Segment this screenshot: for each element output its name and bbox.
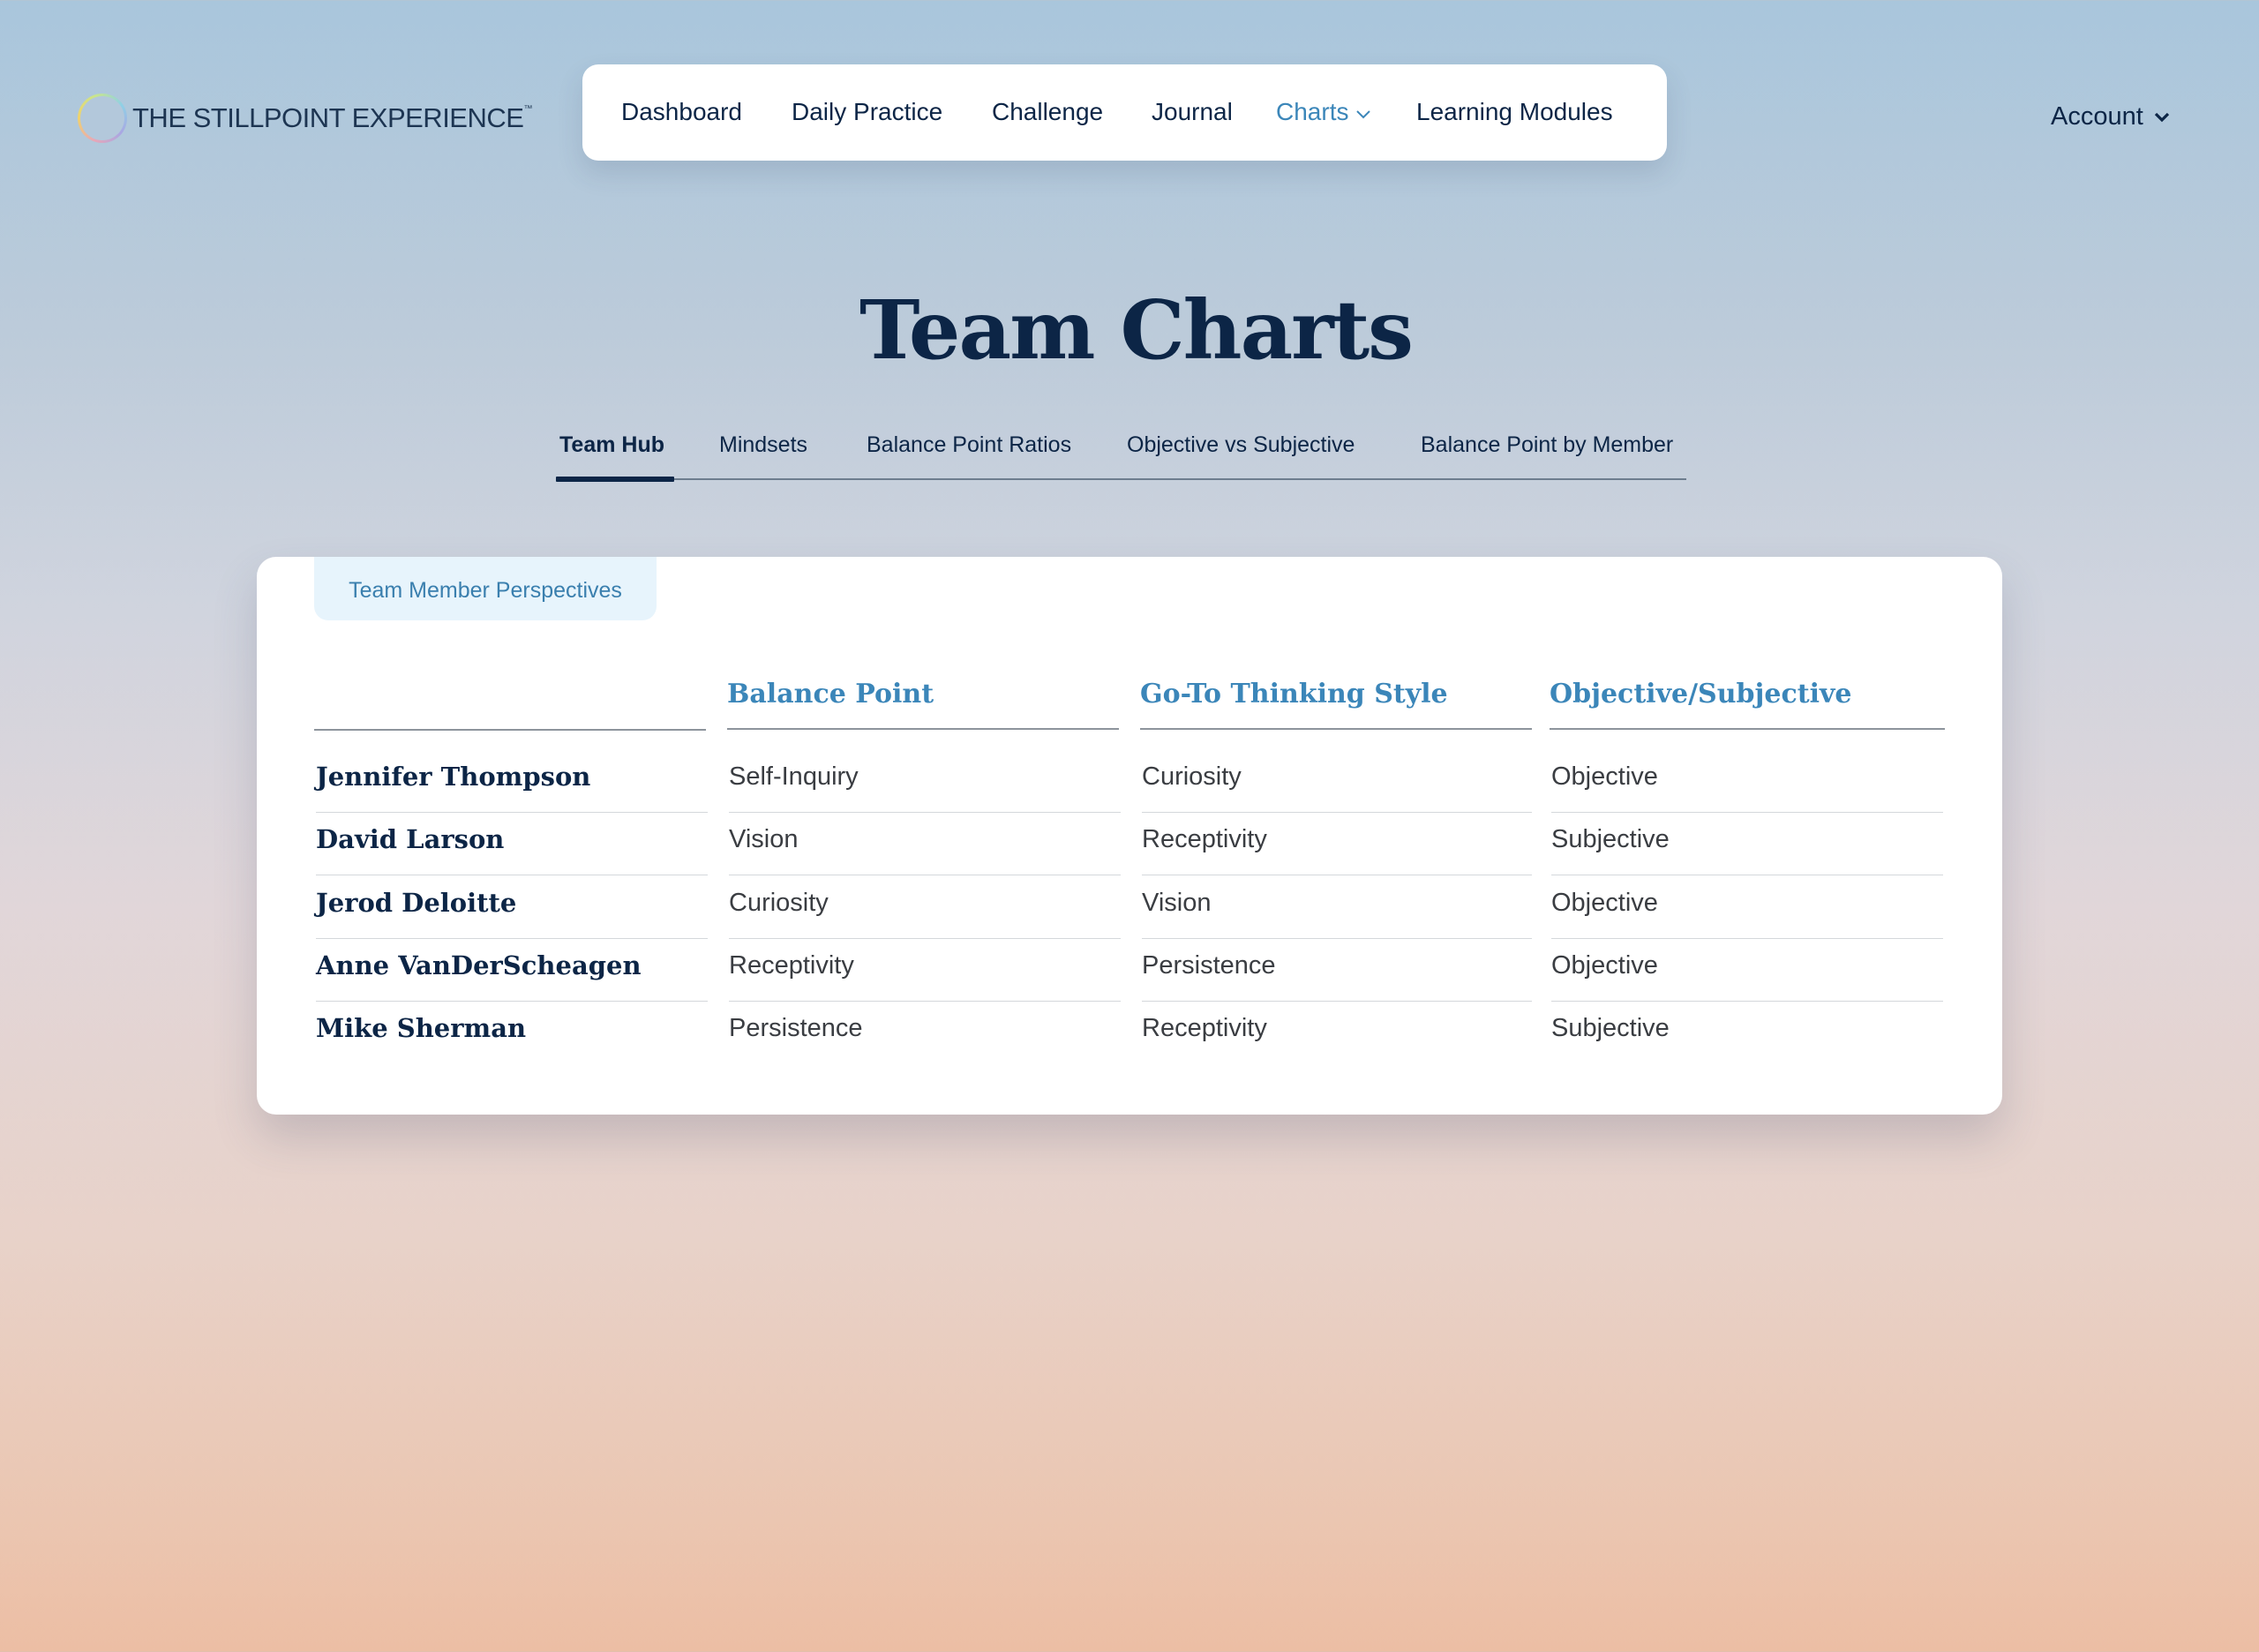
tab-balance-point-by-member[interactable]: Balance Point by Member xyxy=(1421,415,1673,478)
thinking-style-cell: Vision xyxy=(1142,875,1532,939)
member-name-cell: Mike Sherman xyxy=(316,1013,527,1044)
nav-item-daily-practice[interactable]: Daily Practice xyxy=(792,64,942,161)
column-header-thinking-style: Go-To Thinking Style xyxy=(1140,672,1532,730)
nav-item-journal[interactable]: Journal xyxy=(1152,64,1233,161)
member-name-cell: Anne VanDerScheagen xyxy=(316,938,708,1002)
thinking-style-cell: Persistence xyxy=(1142,938,1532,1002)
account-menu[interactable]: Account xyxy=(2051,95,2170,138)
thinking-style-cell: Curiosity xyxy=(1142,749,1532,813)
nav-item-challenge[interactable]: Challenge xyxy=(992,64,1103,161)
balance-point-cell: Curiosity xyxy=(729,875,1121,939)
nav-item-charts[interactable]: Charts xyxy=(1276,64,1371,161)
objective-subjective-cell: Objective xyxy=(1551,938,1943,1002)
brand-logo[interactable]: THE STILLPOINT EXPERIENCE™ xyxy=(78,92,532,145)
nav-item-learning-modules[interactable]: Learning Modules xyxy=(1416,64,1613,161)
thinking-style-cell: Receptivity xyxy=(1142,812,1532,876)
thinking-style-cell: Receptivity xyxy=(1142,1014,1267,1043)
member-name-cell: David Larson xyxy=(316,812,708,876)
column-header-balance-point: Balance Point xyxy=(727,672,1119,730)
chevron-down-icon xyxy=(1356,109,1371,119)
chart-tabs: Team Hub Mindsets Balance Point Ratios O… xyxy=(556,415,1686,482)
objective-subjective-cell: Objective xyxy=(1551,875,1943,939)
name-column-header-rule xyxy=(314,729,706,731)
tab-mindsets[interactable]: Mindsets xyxy=(719,415,807,478)
column-header-objective-subjective: Objective/Subjective xyxy=(1550,672,1945,730)
team-perspectives-card: Team Member Perspectives Balance Point G… xyxy=(257,557,2002,1115)
nav-item-dashboard[interactable]: Dashboard xyxy=(621,64,742,161)
objective-subjective-cell: Subjective xyxy=(1551,1014,1670,1043)
nav-item-charts-label: Charts xyxy=(1276,98,1349,125)
card-pill-tab[interactable]: Team Member Perspectives xyxy=(314,557,657,620)
balance-point-cell: Persistence xyxy=(729,1014,863,1043)
balance-point-cell: Self-Inquiry xyxy=(729,749,1121,813)
tab-team-hub[interactable]: Team Hub xyxy=(556,415,674,482)
tab-balance-point-ratios[interactable]: Balance Point Ratios xyxy=(867,415,1071,478)
objective-subjective-cell: Objective xyxy=(1551,749,1943,813)
objective-subjective-cell: Subjective xyxy=(1551,812,1943,876)
balance-point-cell: Receptivity xyxy=(729,938,1121,1002)
brand-name: THE STILLPOINT EXPERIENCE xyxy=(132,102,524,133)
main-nav: Dashboard Daily Practice Challenge Journ… xyxy=(582,64,1667,161)
balance-point-cell: Vision xyxy=(729,812,1121,876)
member-name-cell: Jennifer Thompson xyxy=(316,749,708,813)
tab-objective-vs-subjective[interactable]: Objective vs Subjective xyxy=(1127,415,1355,478)
trademark-symbol: ™ xyxy=(523,104,532,114)
gradient-ring-icon xyxy=(78,94,127,143)
page-title: Team Charts xyxy=(859,282,1414,378)
member-name-cell: Jerod Deloitte xyxy=(316,875,708,939)
chevron-down-icon xyxy=(2154,113,2169,123)
account-label: Account xyxy=(2051,102,2143,131)
